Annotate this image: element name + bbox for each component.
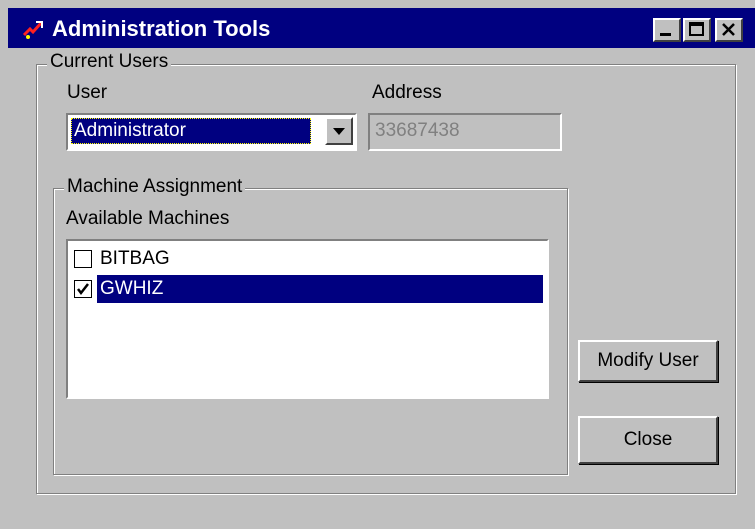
- close-window-button[interactable]: [715, 18, 743, 42]
- title-bar[interactable]: Administration Tools: [8, 8, 755, 48]
- user-combobox[interactable]: Administrator: [66, 113, 357, 151]
- modify-user-button[interactable]: Modify User: [578, 340, 718, 382]
- checkmark-icon: [77, 283, 89, 296]
- administration-tools-window: Administration Tools Current Users User …: [0, 0, 755, 529]
- gwhiz-checkbox[interactable]: [74, 280, 92, 298]
- machine-assignment-legend: Machine Assignment: [64, 176, 246, 198]
- app-icon[interactable]: [22, 17, 46, 41]
- available-machines-list[interactable]: BITBAG GWHIZ: [66, 239, 549, 399]
- chevron-down-icon: [333, 128, 345, 135]
- current-users-legend: Current Users: [47, 51, 172, 73]
- available-machines-label: Available Machines: [66, 208, 230, 229]
- address-label: Address: [372, 82, 442, 103]
- user-selected-value: Administrator: [71, 118, 311, 144]
- maximize-button[interactable]: [683, 18, 711, 42]
- minimize-icon: [660, 33, 671, 36]
- close-icon: [722, 23, 735, 36]
- minimize-button[interactable]: [653, 18, 681, 42]
- address-value: 33687438: [375, 120, 460, 141]
- window-title: Administration Tools: [52, 16, 271, 41]
- list-item[interactable]: GWHIZ: [71, 275, 545, 303]
- machine-name: GWHIZ: [97, 275, 543, 303]
- user-label: User: [67, 82, 108, 103]
- list-item[interactable]: BITBAG: [71, 245, 545, 273]
- maximize-icon: [689, 22, 704, 36]
- dropdown-button[interactable]: [325, 117, 353, 145]
- address-field[interactable]: 33687438: [368, 113, 562, 151]
- machine-name: BITBAG: [100, 248, 170, 269]
- close-button[interactable]: Close: [578, 416, 718, 464]
- bitbag-checkbox[interactable]: [74, 250, 92, 268]
